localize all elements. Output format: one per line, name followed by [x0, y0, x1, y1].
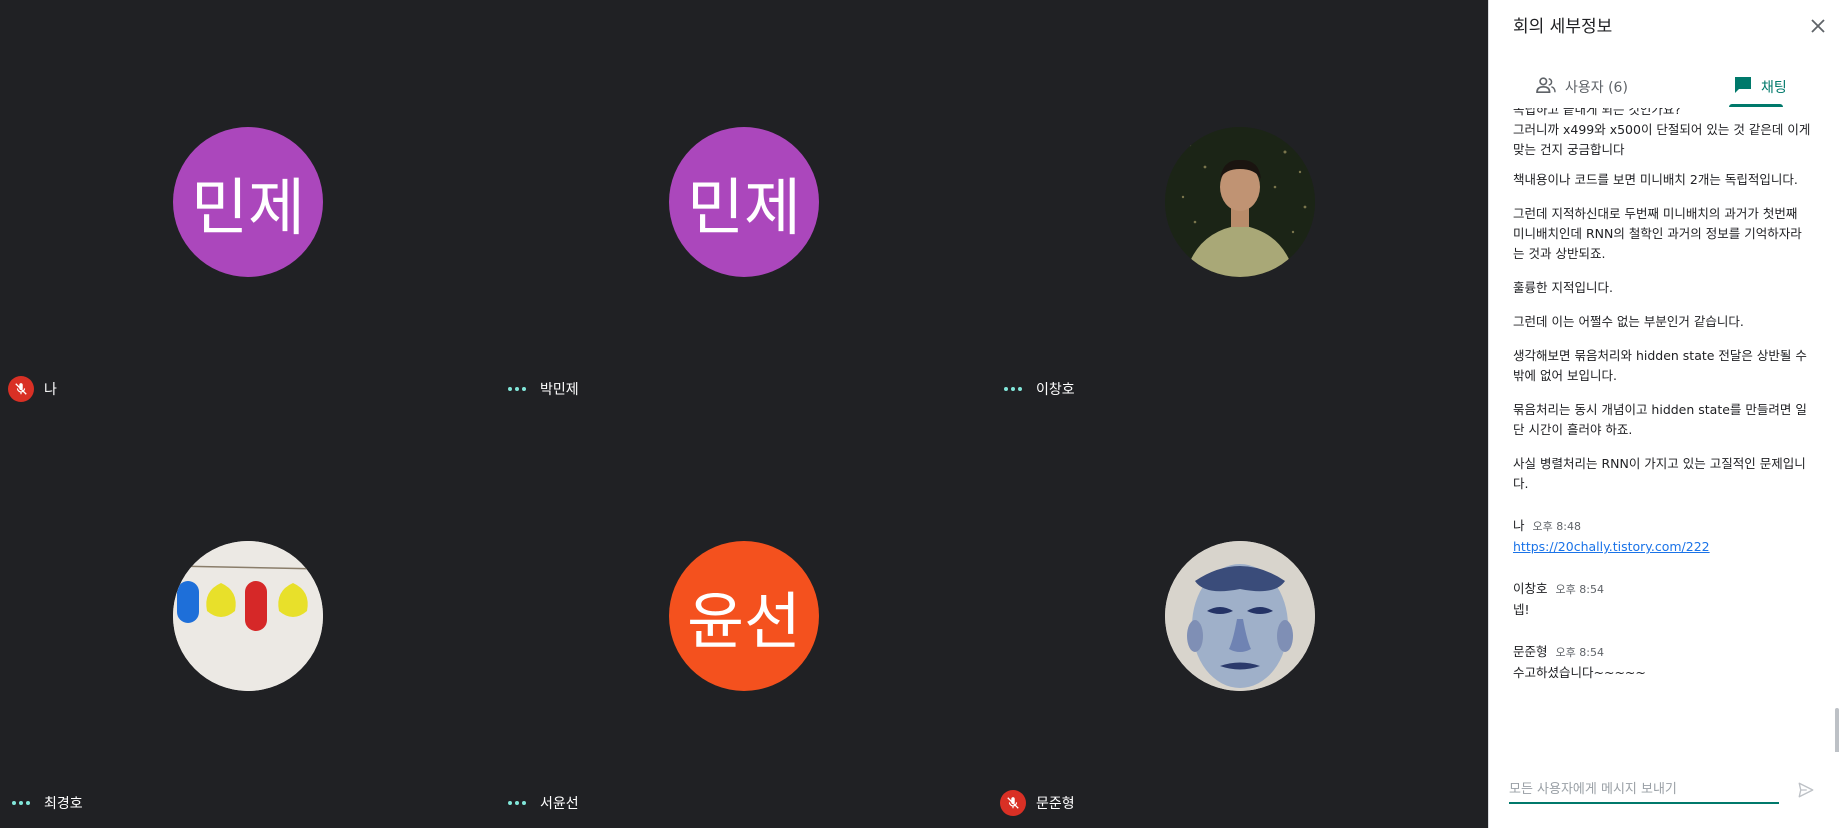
message-time: 오후 8:54 [1555, 583, 1604, 596]
chat-text: 그런데 이는 어쩔수 없는 부분인거 같습니다. [1513, 314, 1744, 329]
participant-name: 이창호 [1036, 382, 1075, 398]
tab-users-label: 사용자 (6) [1565, 80, 1628, 96]
chat-text: 생각해보면 묶음처리와 hidden state 전달은 상반될 수 밖에 없어… [1513, 348, 1807, 383]
chat-messages[interactable]: 독립하고 끝내게 되는 것인가요? 그러니까 x499와 x500이 단절되어 … [1489, 108, 1840, 752]
participant-label: 문준형 [1000, 789, 1075, 817]
video-grid: 민제 나 민제 박민제 이창호 최경호 윤선 서윤선 문준형 [0, 0, 1488, 828]
tab-chat-label: 채팅 [1761, 80, 1787, 96]
more-options-icon[interactable] [504, 376, 530, 402]
close-icon[interactable] [1806, 14, 1830, 38]
participant-tile[interactable]: 민제 박민제 [496, 0, 992, 414]
panel-title: 회의 세부정보 [1513, 17, 1613, 37]
avatar-photo [173, 541, 323, 691]
participant-tile[interactable]: 이창호 [992, 0, 1488, 414]
chat-text: 사실 병렬처리는 RNN이 가지고 있는 고질적인 문제입니다. [1513, 456, 1806, 491]
chat-text: 그러니까 x499와 x500이 단절되어 있는 것 같은데 이게 맞는 건지 … [1513, 122, 1811, 157]
tab-users[interactable]: 사용자 (6) [1535, 66, 1628, 108]
participant-label: 서윤선 [504, 789, 579, 817]
avatar-photo [1165, 127, 1315, 277]
panel-tabs: 사용자 (6) 채팅 [1489, 66, 1840, 108]
sender-name: 문준형 [1513, 644, 1548, 659]
chat-text: 수고하셨습니다~~~~~ [1513, 665, 1646, 680]
participant-name: 박민제 [540, 382, 579, 398]
chat-scrollbar[interactable] [1835, 708, 1839, 752]
people-icon [1535, 76, 1557, 98]
participant-name: 최경호 [44, 796, 83, 812]
sender-name: 나 [1513, 518, 1525, 533]
participant-tile[interactable]: 문준형 [992, 414, 1488, 828]
participant-label: 이창호 [1000, 375, 1075, 403]
more-options-icon[interactable] [504, 790, 530, 816]
participant-name: 문준형 [1036, 796, 1075, 812]
chat-text: 훌륭한 지적입니다. [1513, 280, 1613, 295]
message-header: 나 오후 8:48 [1513, 516, 1811, 537]
chat-text: 책내용이나 코드를 보면 미니배치 2개는 독립적입니다. [1513, 172, 1798, 187]
chat-text: 그런데 지적하신대로 두번째 미니배치의 과거가 첫번째 미니배치인데 RNN의… [1513, 206, 1802, 261]
chat-text: 넵! [1513, 602, 1530, 617]
chat-text: 묶음처리는 동시 개념이고 hidden state를 만들려면 일단 시간이 … [1513, 402, 1807, 437]
more-options-icon[interactable] [8, 790, 34, 816]
avatar-initials: 민제 [686, 171, 802, 244]
participant-label: 나 [8, 375, 57, 403]
sender-name: 이창호 [1513, 581, 1548, 596]
avatar-photo [1165, 541, 1315, 691]
more-options-icon[interactable] [1000, 376, 1026, 402]
avatar-initials: 민제 [190, 171, 306, 244]
send-icon[interactable] [1794, 778, 1818, 802]
avatar-initials: 윤선 [686, 585, 802, 658]
active-tab-indicator [1729, 104, 1783, 107]
meeting-details-panel: 회의 세부정보 사용자 (6) 채팅 독립하고 끝내게 되는 것인가요? 그러니… [1488, 0, 1840, 828]
avatar: 민제 [669, 127, 819, 277]
participant-label: 최경호 [8, 789, 83, 817]
chat-text: 독립하고 끝내게 되는 것인가요? [1513, 108, 1682, 117]
participant-tile[interactable]: 윤선 서윤선 [496, 414, 992, 828]
chat-input-wrap [1509, 776, 1779, 804]
message-header: 문준형 오후 8:54 [1513, 642, 1811, 663]
message-header: 이창호 오후 8:54 [1513, 579, 1811, 600]
participant-name: 서윤선 [540, 796, 579, 812]
mic-off-icon [8, 376, 34, 402]
participant-tile[interactable]: 최경호 [0, 414, 496, 828]
message-time: 오후 8:48 [1532, 520, 1581, 533]
chat-link[interactable]: https://20chally.tistory.com/222 [1513, 539, 1710, 554]
message-time: 오후 8:54 [1555, 646, 1604, 659]
chat-input[interactable] [1509, 776, 1779, 802]
avatar: 윤선 [669, 541, 819, 691]
participant-name: 나 [44, 382, 57, 398]
participant-tile-me[interactable]: 민제 나 [0, 0, 496, 414]
avatar: 민제 [173, 127, 323, 277]
tab-chat[interactable]: 채팅 [1733, 66, 1787, 108]
participant-label: 박민제 [504, 375, 579, 403]
mic-off-icon [1000, 790, 1026, 816]
chat-icon [1733, 75, 1753, 99]
